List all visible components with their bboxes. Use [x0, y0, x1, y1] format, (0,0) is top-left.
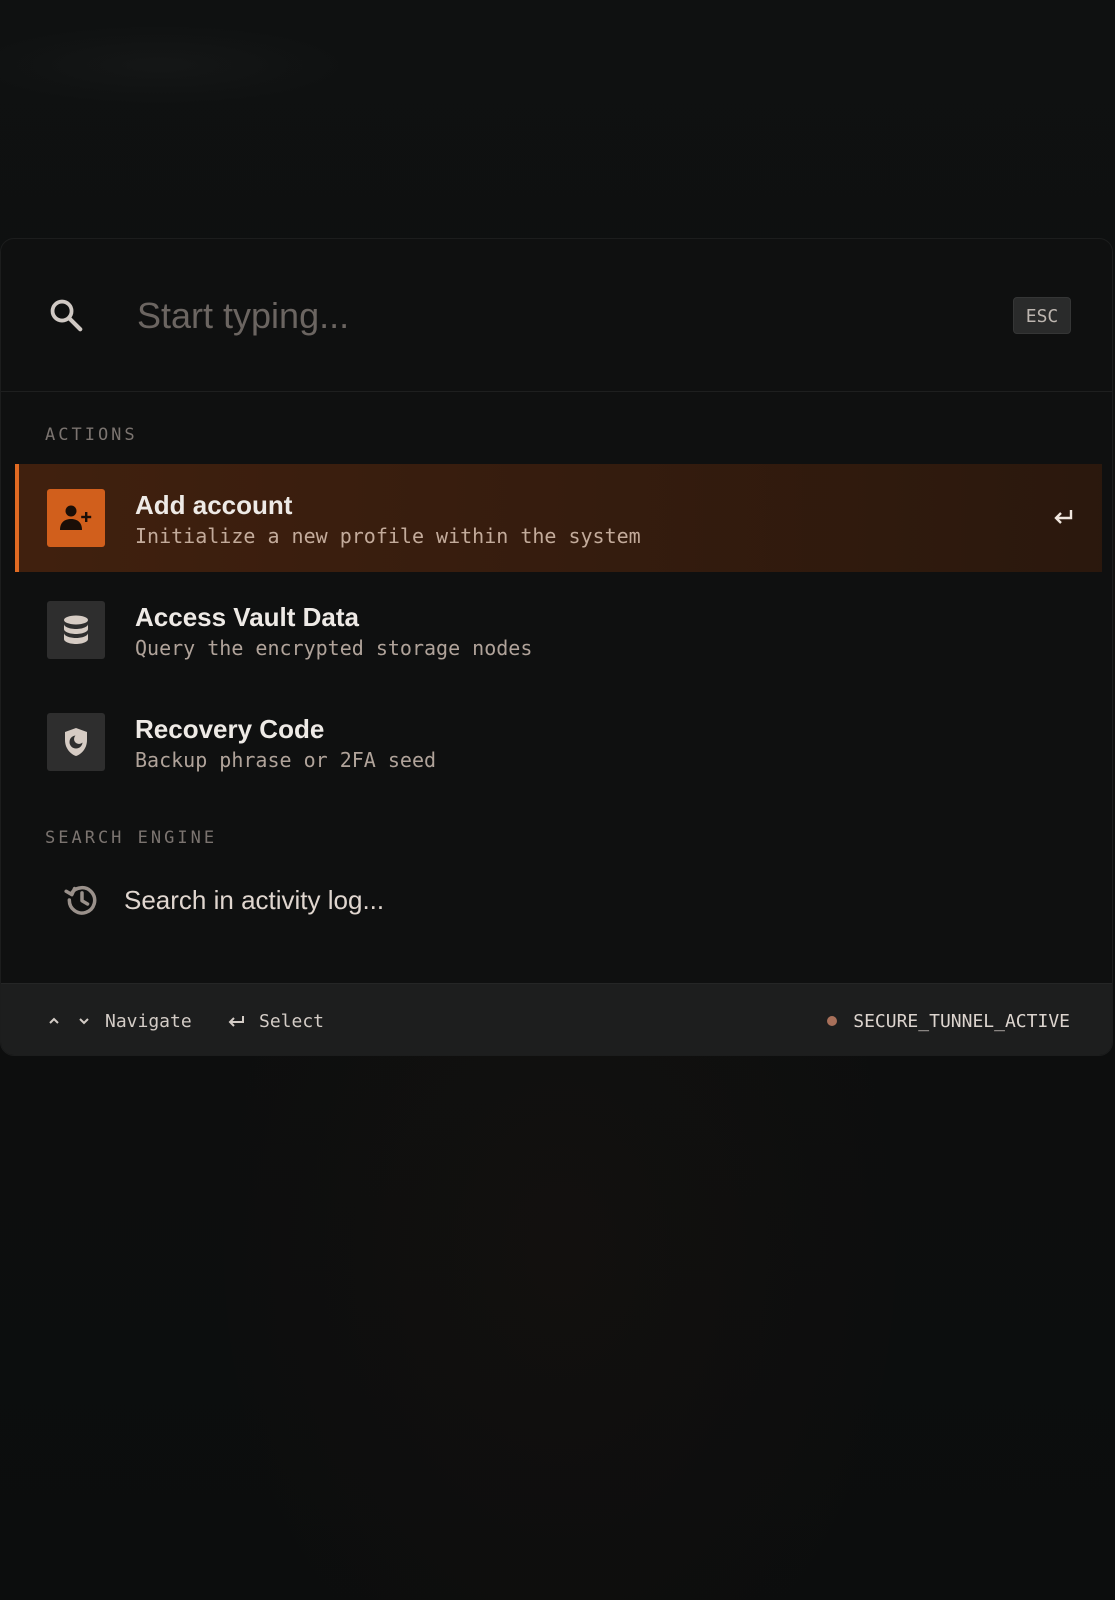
- item-description: Backup phrase or 2FA seed: [135, 748, 437, 772]
- item-description: Initialize a new profile within the syst…: [135, 524, 641, 548]
- search-input[interactable]: [137, 287, 957, 345]
- status-dot: [827, 1016, 838, 1026]
- search-activity-log-label: Search in activity log...: [124, 885, 385, 915]
- item-icon-container: [47, 713, 105, 771]
- action-item-recovery-code[interactable]: Recovery Code Backup phrase or 2FA seed: [15, 688, 1102, 796]
- section-label-search-engine: SEARCH ENGINE: [45, 828, 218, 848]
- item-icon-container: [47, 489, 105, 547]
- search-bar: ESC: [1, 239, 1112, 392]
- select-label: Select: [259, 1010, 325, 1032]
- enter-icon: [1054, 510, 1073, 524]
- navigate-hint: Navigate: [47, 984, 192, 1055]
- navigate-label: Navigate: [105, 1010, 192, 1032]
- action-item-add-account[interactable]: Add account Initialize a new profile wit…: [15, 464, 1102, 572]
- item-title: Access Vault Data: [135, 602, 360, 632]
- connection-status: SECURE_TUNNEL_ACTIVE: [827, 984, 1070, 1055]
- action-item-access-vault-data[interactable]: Access Vault Data Query the encrypted st…: [15, 576, 1102, 684]
- select-hint: Select: [227, 984, 325, 1055]
- chevron-up-icon: [49, 1017, 59, 1024]
- enter-icon: [228, 1016, 244, 1027]
- chevron-down-icon: [79, 1018, 89, 1025]
- person-add-icon: [60, 505, 92, 530]
- item-title: Add account: [135, 490, 293, 520]
- item-description: Query the encrypted storage nodes: [135, 636, 533, 660]
- history-icon: [64, 885, 97, 915]
- footer-bar: Navigate Select SECURE_TUNNEL_ACTIVE: [1, 983, 1112, 1055]
- shield-moon-icon: [65, 728, 87, 756]
- search-icon: [50, 299, 83, 332]
- esc-key-badge[interactable]: ESC: [1013, 297, 1071, 334]
- status-label: SECURE_TUNNEL_ACTIVE: [853, 1010, 1070, 1032]
- section-label-actions: ACTIONS: [45, 425, 138, 445]
- command-palette: ESC ACTIONS Add account Initialize a new…: [0, 238, 1113, 1056]
- item-icon-container: [47, 601, 105, 659]
- database-icon: [64, 615, 88, 644]
- item-title: Recovery Code: [135, 714, 325, 744]
- search-activity-log-item[interactable]: Search in activity log...: [15, 867, 1102, 933]
